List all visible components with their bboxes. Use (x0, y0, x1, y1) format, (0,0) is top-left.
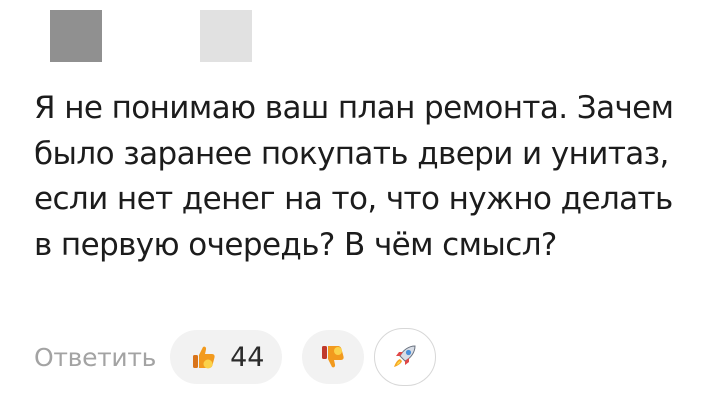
like-button[interactable]: 44 (170, 330, 283, 384)
boost-button[interactable] (374, 328, 437, 386)
attached-image-thumbnail[interactable] (200, 10, 252, 62)
like-count: 44 (230, 341, 265, 373)
thumbs-down-icon (319, 343, 347, 371)
attached-image-thumbnail[interactable] (50, 10, 102, 62)
reply-button[interactable]: Ответить (34, 343, 156, 372)
dislike-button[interactable] (302, 330, 365, 384)
thumbs-up-icon (190, 343, 218, 371)
comment-text: Я не понимаю ваш план ремонта. Зачем был… (34, 90, 674, 263)
rocket-icon (390, 342, 420, 372)
comment-actions: Ответить 44 (34, 328, 437, 386)
